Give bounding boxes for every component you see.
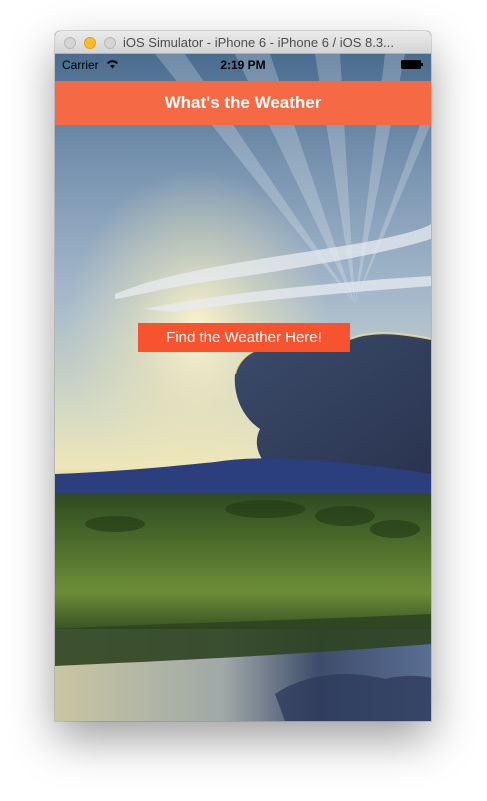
- background-landscape-image: [55, 54, 431, 721]
- find-weather-button[interactable]: Find the Weather Here!: [138, 323, 350, 352]
- device-screen: Carrier 2:19 PM What's the Weather Find …: [55, 54, 431, 721]
- navigation-bar: What's the Weather: [55, 81, 431, 125]
- simulator-window: iOS Simulator - iPhone 6 - iPhone 6 / iO…: [55, 31, 431, 721]
- zoom-button[interactable]: [104, 37, 116, 49]
- window-titlebar[interactable]: iOS Simulator - iPhone 6 - iPhone 6 / iO…: [55, 31, 431, 54]
- close-button[interactable]: [64, 37, 76, 49]
- nav-title: What's the Weather: [164, 93, 322, 112]
- window-title: iOS Simulator - iPhone 6 - iPhone 6 / iO…: [123, 35, 394, 50]
- status-time: 2:19 PM: [220, 58, 266, 72]
- battery-icon: [401, 60, 423, 69]
- minimize-button[interactable]: [84, 37, 96, 49]
- status-bar: Carrier 2:19 PM: [55, 54, 431, 74]
